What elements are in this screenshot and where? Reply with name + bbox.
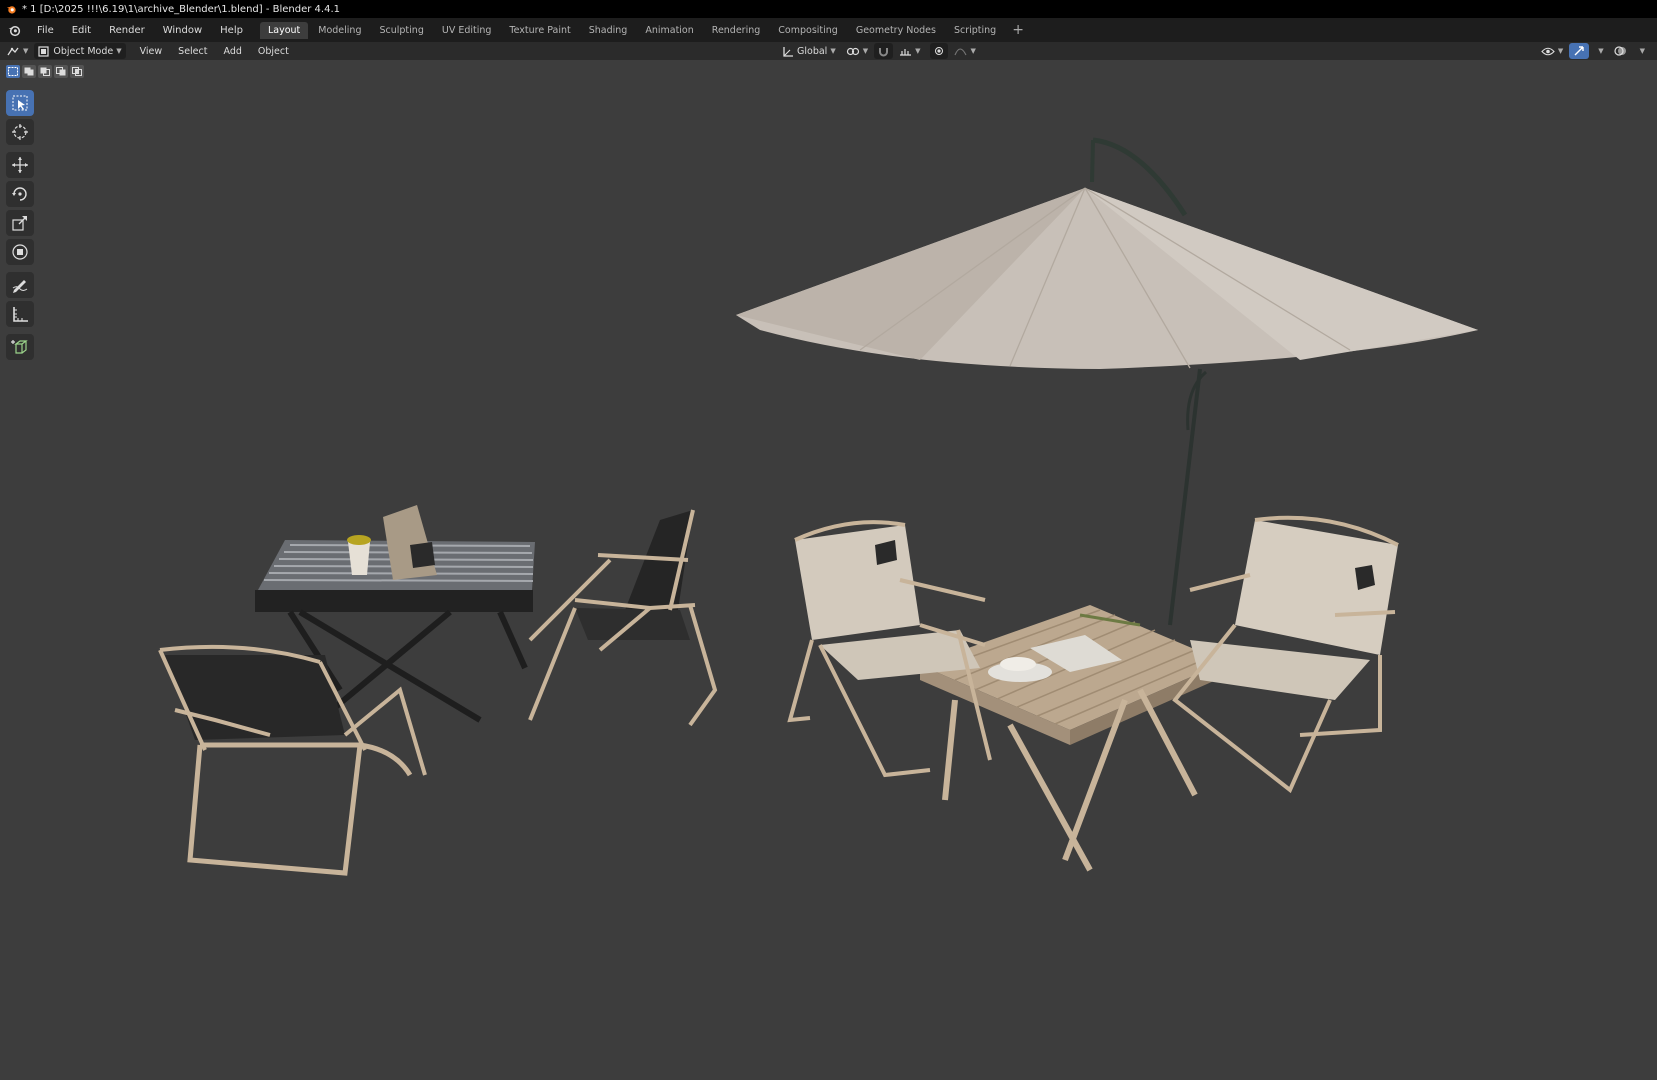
chevron-down-icon: ▼ (1598, 47, 1604, 55)
falloff-dropdown[interactable]: ▼ (950, 43, 979, 59)
transform-controls: Global ▼ ▼ ▼ ▼ (776, 43, 980, 59)
tab-texture-paint[interactable]: Texture Paint (501, 22, 578, 39)
chevron-down-icon: ▼ (23, 47, 29, 55)
snap-target-dropdown[interactable]: ▼ (895, 43, 924, 59)
chevron-down-icon: ▼ (116, 47, 122, 55)
blender-menu-icon[interactable] (0, 24, 28, 37)
proportional-dot-icon (935, 47, 944, 55)
visibility-dropdown[interactable]: ▼ (1537, 43, 1567, 59)
object-mode-dropdown[interactable]: Object Mode ▼ (34, 43, 126, 59)
gizmo-toggle[interactable] (1569, 43, 1590, 59)
chevron-down-icon: ▼ (862, 47, 869, 55)
header-menu-select[interactable]: Select (170, 46, 215, 57)
pivot-point-dropdown[interactable]: ▼ (842, 43, 872, 59)
link-icon (846, 47, 859, 55)
editor-type-button[interactable]: ▼ (2, 43, 32, 59)
blender-logo-icon (0, 4, 22, 15)
transform-orientation-dropdown[interactable]: Global ▼ (778, 43, 840, 59)
menu-help[interactable]: Help (211, 25, 252, 36)
menu-file[interactable]: File (28, 25, 63, 36)
tab-rendering[interactable]: Rendering (704, 22, 769, 39)
snap-increment-icon (900, 48, 912, 56)
title-bar: * 1 [D:\2025 !!!\6.19\1\archive_Blender\… (0, 0, 1657, 18)
tab-geometry-nodes[interactable]: Geometry Nodes (848, 22, 944, 39)
header-menu-view[interactable]: View (132, 46, 171, 57)
workspace-tabs: Layout Modeling Sculpting UV Editing Tex… (259, 20, 1030, 40)
tab-layout[interactable]: Layout (259, 21, 309, 39)
header-menu-add[interactable]: Add (215, 46, 249, 57)
viewport-header: ▼ Object Mode ▼ View Select Add Object G… (0, 42, 1657, 60)
header-menu-object[interactable]: Object (250, 46, 297, 57)
dark-camp-chair-middle[interactable] (528, 509, 718, 727)
axis-icon (783, 46, 793, 57)
top-menu-bar: File Edit Render Window Help Layout Mode… (0, 18, 1657, 42)
chevron-down-icon: ▼ (1639, 47, 1645, 55)
tab-compositing[interactable]: Compositing (770, 22, 846, 39)
chevron-down-icon: ▼ (830, 47, 836, 55)
menu-edit[interactable]: Edit (63, 25, 100, 36)
overlays-dropdown[interactable]: ▼ (1633, 43, 1649, 59)
beige-camp-chair-right[interactable] (1172, 515, 1399, 794)
chevron-down-icon: ▼ (915, 47, 921, 55)
chevron-down-icon: ▼ (970, 47, 976, 55)
object-mode-icon (38, 45, 49, 57)
add-workspace-button[interactable]: + (1006, 22, 1030, 38)
tab-shading[interactable]: Shading (581, 22, 636, 39)
object-mode-label: Object Mode (53, 45, 114, 57)
3d-viewport-scene[interactable] (0, 60, 1657, 1080)
overlays-toggle[interactable] (1610, 43, 1631, 59)
tab-uv-editing[interactable]: UV Editing (434, 22, 500, 39)
menu-window[interactable]: Window (154, 25, 211, 36)
chevron-down-icon: ▼ (1557, 47, 1564, 55)
eye-icon (1541, 47, 1555, 55)
tab-scripting[interactable]: Scripting (946, 22, 1004, 39)
transform-orientation-label: Global (797, 45, 828, 57)
menu-render[interactable]: Render (100, 25, 154, 36)
viewport-editor-icon (7, 47, 19, 56)
dark-camp-chair-front[interactable] (158, 644, 427, 876)
gizmo-dropdown[interactable]: ▼ (1591, 43, 1607, 59)
window-title: * 1 [D:\2025 !!!\6.19\1\archive_Blender\… (22, 3, 340, 15)
falloff-curve-icon (954, 48, 967, 56)
viewport-overlay-controls: ▼ ▼ ▼ (1535, 43, 1649, 59)
proportional-editing-toggle[interactable] (930, 43, 949, 59)
snap-toggle[interactable] (874, 43, 894, 59)
tab-modeling[interactable]: Modeling (310, 22, 369, 39)
tab-sculpting[interactable]: Sculpting (371, 22, 431, 39)
overlays-icon (1614, 46, 1626, 56)
beige-camp-chair-left[interactable] (787, 520, 992, 778)
magnet-icon (879, 47, 889, 56)
gizmo-icon (1574, 46, 1584, 56)
tab-animation[interactable]: Animation (637, 22, 701, 39)
